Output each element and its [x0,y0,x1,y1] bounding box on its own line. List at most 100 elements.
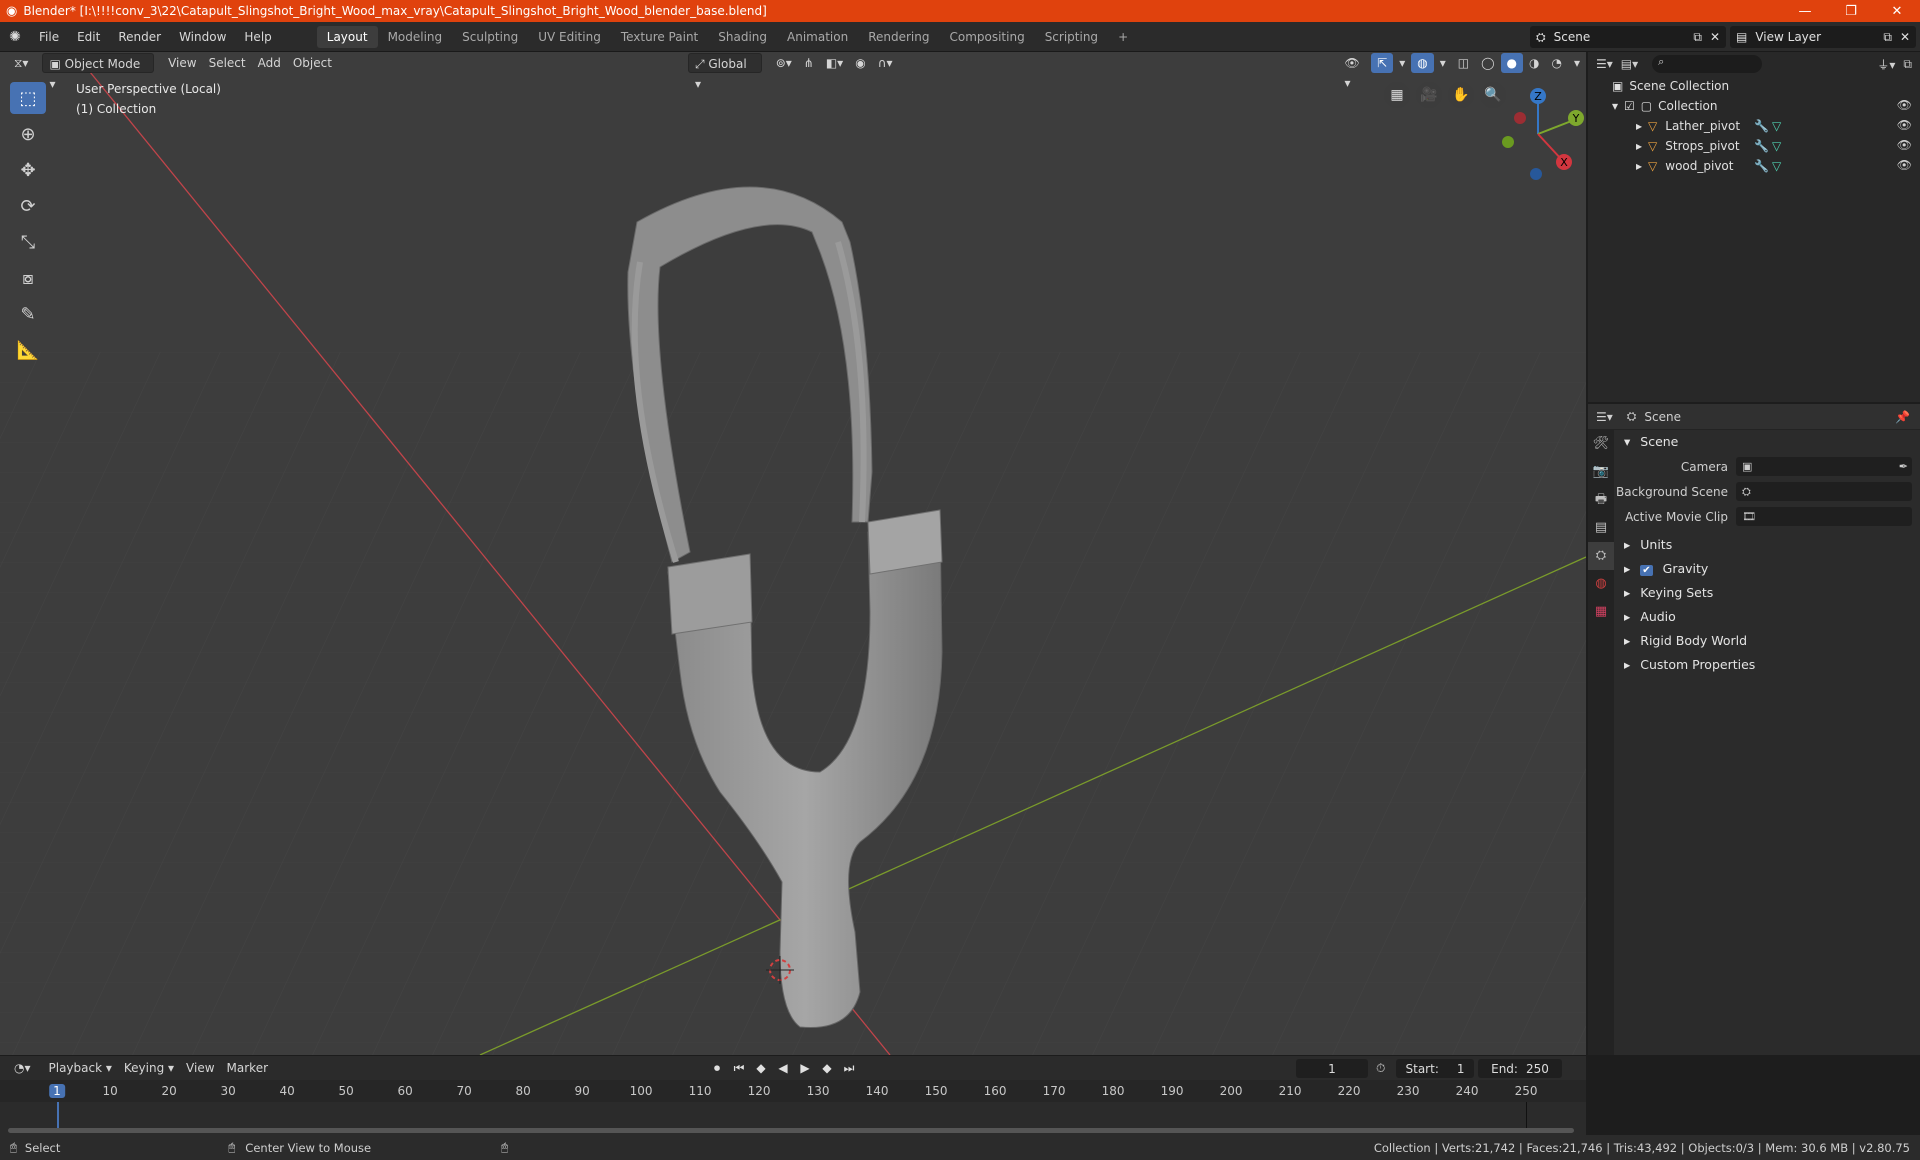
camera-view-icon[interactable]: 🎥 [1416,82,1442,108]
timeline-menu-view[interactable]: View [180,1058,220,1078]
timeline-editor-type-icon[interactable]: ◔▾ [8,1058,37,1078]
transform-orientation-dropdown[interactable]: ⤢ Global ▾ [687,53,762,91]
scene-tab-icon[interactable]: ⛭ [1588,542,1614,570]
proportional-edit-icon[interactable]: ◉ [849,53,871,73]
end-frame-field[interactable]: End: 250 [1478,1059,1562,1078]
visibility-icon[interactable]: 👁▾ [1339,53,1372,90]
menu-file[interactable]: File [30,26,68,48]
gizmo-neg-x[interactable] [1514,112,1526,124]
3d-viewport[interactable]: ⧖▾ ▣ Object Mode ▾ View Select Add Objec… [0,52,1586,1055]
overlay-toggle-icon[interactable]: ◍ [1411,53,1434,73]
eyedropper-icon[interactable]: ✒ [1899,460,1908,473]
navigation-gizmo[interactable]: Z Y X [1490,82,1586,182]
pan-view-icon[interactable]: ✋ [1448,82,1474,108]
scene-section-header[interactable]: ▾ Scene [1616,430,1920,454]
workspace-tab-modeling[interactable]: Modeling [378,26,453,48]
jump-keyframe-back-icon[interactable]: ◆ [752,1058,770,1078]
maximize-button[interactable]: ❐ [1828,0,1874,22]
object-expand-icon[interactable]: ▸ [1636,119,1642,133]
menu-edit[interactable]: Edit [68,26,109,48]
gizmo-neg-y[interactable] [1502,136,1514,148]
object-visibility-icon[interactable]: 👁 [1897,138,1912,152]
outliner-editor-type-icon[interactable]: ☰▾ [1596,57,1613,71]
stopwatch-icon[interactable]: ⏱ [1376,1061,1385,1076]
collection-visibility-icon[interactable]: 👁 [1897,98,1912,112]
overlay-dropdown-icon[interactable]: ▾ [1434,53,1452,73]
cursor-tool-icon[interactable]: ⊕ [10,118,46,150]
add-workspace-button[interactable]: + [1108,26,1138,48]
snap-target-icon[interactable]: ◧▾ [820,53,849,73]
workspace-tab-scripting[interactable]: Scripting [1035,26,1108,48]
viewport-scene[interactable] [0,52,1586,1055]
collection-checkbox[interactable]: ☑ [1624,99,1635,113]
workspace-tab-animation[interactable]: Animation [777,26,858,48]
wireframe-shading-icon[interactable]: ◯ [1475,53,1500,73]
play-icon[interactable]: ▶ [796,1058,814,1078]
rotate-tool-icon[interactable]: ⟳ [10,190,46,222]
play-reverse-icon[interactable]: ◀ [774,1058,792,1078]
tool-tab-icon[interactable]: 🛠 [1588,430,1614,458]
shading-dropdown-icon[interactable]: ▾ [1568,53,1586,73]
render-tab-icon[interactable]: 📷 [1588,458,1614,486]
gizmo-toggle-icon[interactable]: ⇱ [1371,53,1394,73]
playhead-line[interactable] [57,1102,59,1128]
gravity-panel[interactable]: ▸ ✔ Gravity [1616,557,1920,581]
new-collection-icon[interactable]: ⧉ [1903,57,1912,72]
workspace-tab-uv-editing[interactable]: UV Editing [528,26,611,48]
texture-tab-icon[interactable]: ▦ [1588,598,1614,626]
gizmo-dropdown-icon[interactable]: ▾ [1393,53,1411,73]
close-button[interactable]: ✕ [1874,0,1920,22]
menu-window[interactable]: Window [170,26,235,48]
workspace-tab-shading[interactable]: Shading [708,26,777,48]
workspace-tab-texture-paint[interactable]: Texture Paint [611,26,708,48]
timeline-menu-keying[interactable]: Keying ▾ [118,1058,180,1078]
scene-selector[interactable]: ⛭ Scene ⧉ ✕ [1530,26,1726,48]
proportional-falloff-icon[interactable]: ∩▾ [872,53,899,73]
viewport-menu-view[interactable]: View [162,53,202,73]
active-movie-clip-field[interactable]: 🎞 [1736,507,1912,526]
menu-render[interactable]: Render [109,26,170,48]
rigid-body-world-panel[interactable]: ▸ Rigid Body World [1616,629,1920,653]
pivot-point-icon[interactable]: ⊚▾ [770,53,798,73]
toggle-perspective-icon[interactable]: ▦ [1384,82,1410,108]
object-visibility-icon[interactable]: 👁 [1897,158,1912,172]
object-mode-dropdown[interactable]: ▣ Object Mode ▾ [42,53,155,91]
audio-panel[interactable]: ▸ Audio [1616,605,1920,629]
outliner-row-collection[interactable]: ▾ ☑ ▢ Collection 👁 [1588,96,1920,116]
jump-end-icon[interactable]: ⏭ [840,1058,858,1078]
menu-help[interactable]: Help [235,26,280,48]
scale-tool-icon[interactable]: ⤡ [10,226,46,258]
solid-shading-icon[interactable]: ● [1500,53,1524,73]
workspace-tab-layout[interactable]: Layout [316,25,378,48]
editor-type-icon[interactable]: ⧖▾ [8,53,34,73]
jump-start-icon[interactable]: ⏮ [730,1058,748,1078]
units-panel[interactable]: ▸ Units [1616,533,1920,557]
minimize-button[interactable]: — [1782,0,1828,22]
background-scene-field[interactable]: ⛭ [1736,482,1912,501]
xray-toggle-icon[interactable]: ◫ [1452,53,1475,73]
outliner-filter-icon[interactable]: ⏚▾ [1877,56,1895,73]
move-tool-icon[interactable]: ✥ [10,154,46,186]
rendered-shading-icon[interactable]: ◔ [1546,53,1568,73]
object-visibility-icon[interactable]: 👁 [1897,118,1912,132]
object-expand-icon[interactable]: ▸ [1636,159,1642,173]
keying-sets-panel[interactable]: ▸ Keying Sets [1616,581,1920,605]
view-layer-tab-icon[interactable]: ▤ [1588,514,1614,542]
viewport-menu-object[interactable]: Object [287,53,338,73]
output-tab-icon[interactable]: 🖶 [1588,486,1614,514]
measure-tool-icon[interactable]: 📐 [10,334,46,366]
outliner-row-scene-collection[interactable]: ▣ Scene Collection [1588,76,1920,96]
outliner-search-input[interactable]: ⌕ [1652,55,1763,73]
custom-properties-panel[interactable]: ▸ Custom Properties [1616,653,1920,677]
collection-expand-icon[interactable]: ▾ [1612,99,1618,113]
current-frame-field[interactable]: 1 [1296,1059,1368,1078]
select-box-tool-icon[interactable]: ⬚ [10,82,46,114]
view-layer-selector[interactable]: ▤ View Layer ⧉ ✕ [1730,26,1916,48]
viewport-menu-add[interactable]: Add [252,53,287,73]
jump-keyframe-forward-icon[interactable]: ◆ [818,1058,836,1078]
snap-icon[interactable]: ⋔ [798,53,820,73]
timeline-scrollbar[interactable] [8,1128,1574,1133]
pin-icon[interactable]: 📌 [1895,410,1910,424]
material-shading-icon[interactable]: ◑ [1523,53,1545,73]
workspace-tab-sculpting[interactable]: Sculpting [452,26,528,48]
